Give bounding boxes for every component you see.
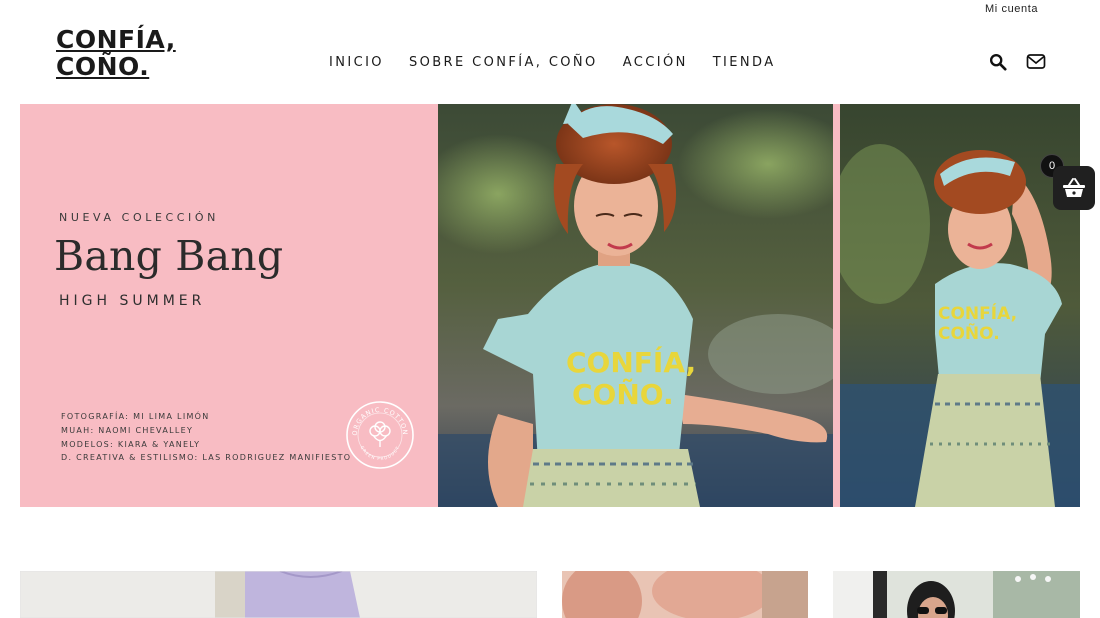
credit-line: MUAH: NAOMI CHEVALLEY — [61, 425, 194, 435]
hero-kicker: NUEVA COLECCIÓN — [59, 211, 219, 224]
credit-line: D. CREATIVA & ESTILISMO: LAS RODRIGUEZ M… — [61, 453, 352, 463]
hero-photo-main-image: CONFÍA, COÑO. — [438, 104, 833, 507]
badge-bottom-text: GREEN PRODUCT — [360, 445, 400, 461]
hero-divider — [833, 104, 840, 507]
credit-line: FOTOGRAFÍA: MI LIMA LIMÓN — [61, 412, 210, 421]
hero-banner[interactable]: NUEVA COLECCIÓN Bang Bang HIGH SUMMER FO… — [20, 104, 1080, 507]
nav-item-accion[interactable]: ACCIÓN — [623, 55, 688, 70]
organic-cotton-badge: ORGANIC COTTON GREEN PRODUCT — [346, 401, 414, 469]
cotton-flower-icon — [369, 421, 391, 447]
cart-button[interactable] — [1053, 166, 1095, 210]
logo-line1: CONFÍA, — [56, 25, 176, 54]
nav-item-sobre[interactable]: SOBRE CONFÍA, COÑO — [409, 55, 598, 70]
product-tile[interactable] — [562, 571, 808, 618]
shirt-print-line1: CONFÍA, — [566, 345, 696, 379]
hero-title: Bang Bang — [54, 232, 284, 280]
credit-line: MODELOS: KIARA & YANELY — [61, 439, 201, 449]
sunglasses-portrait-photo — [833, 571, 1080, 618]
lavender-shirt-photo — [20, 571, 537, 618]
header-icons — [988, 53, 1046, 71]
account-link[interactable]: Mi cuenta — [985, 3, 1038, 15]
shirt-print-line2: COÑO. — [572, 377, 674, 411]
mail-icon[interactable] — [1026, 53, 1046, 71]
basket-icon — [1063, 178, 1085, 197]
svg-text:GREEN PRODUCT: GREEN PRODUCT — [360, 445, 401, 461]
search-icon[interactable] — [988, 53, 1008, 71]
photo-credits: FOTOGRAFÍA: MI LIMA LIMÓN MUAH: NAOMI CH… — [61, 410, 351, 465]
hero-subtitle: HIGH SUMMER — [59, 293, 206, 309]
pink-photo — [562, 571, 808, 618]
product-tile[interactable] — [833, 571, 1080, 618]
nav-item-inicio[interactable]: INICIO — [329, 55, 384, 70]
nav-item-tienda[interactable]: TIENDA — [713, 55, 776, 70]
hero-text-panel: NUEVA COLECCIÓN Bang Bang HIGH SUMMER FO… — [20, 104, 438, 507]
shirt2-print-line1: CONFÍA, — [938, 302, 1017, 324]
hero-photo-main: CONFÍA, COÑO. — [438, 104, 833, 507]
product-tile[interactable] — [20, 571, 537, 618]
logo-line2: COÑO. — [56, 52, 150, 81]
shirt2-print-line2: COÑO. — [938, 321, 1000, 344]
site-logo[interactable]: CONFÍA, COÑO. — [56, 26, 176, 80]
main-nav: INICIO SOBRE CONFÍA, COÑO ACCIÓN TIENDA — [329, 55, 801, 70]
